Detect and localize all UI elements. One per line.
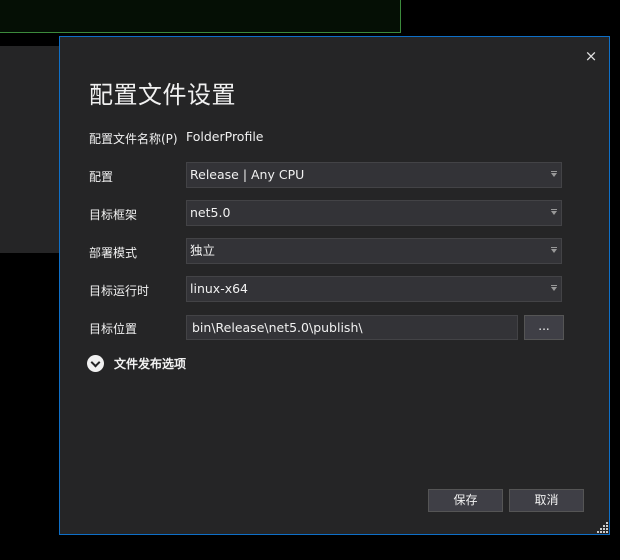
target-framework-label: 目标框架 <box>89 208 138 222</box>
close-icon[interactable]: × <box>580 45 602 67</box>
target-location-value: bin\Release\net5.0\publish\ <box>192 320 363 335</box>
save-button[interactable]: 保存 <box>428 489 503 512</box>
background-window-left <box>0 46 60 253</box>
profile-name-label: 配置文件名称(P) <box>89 132 178 146</box>
target-runtime-dropdown[interactable]: linux-x64 <box>186 276 562 302</box>
target-location-input[interactable]: bin\Release\net5.0\publish\ <box>186 315 518 340</box>
chevron-down-circle-icon <box>87 354 104 372</box>
browse-button[interactable]: ... <box>524 315 564 340</box>
profile-settings-dialog: × 配置文件设置 配置文件名称(P) FolderProfile 配置 Rele… <box>59 36 610 535</box>
configuration-label: 配置 <box>89 170 114 184</box>
file-publish-options-expander[interactable]: 文件发布选项 <box>87 353 186 373</box>
chevron-down-icon <box>551 285 557 291</box>
configuration-value: Release | Any CPU <box>190 167 305 182</box>
target-runtime-label: 目标运行时 <box>89 284 150 298</box>
configuration-dropdown[interactable]: Release | Any CPU <box>186 162 562 188</box>
target-location-label: 目标位置 <box>89 322 138 336</box>
background-window-top <box>0 0 401 33</box>
file-publish-options-label: 文件发布选项 <box>114 356 187 371</box>
chevron-down-icon <box>551 171 557 177</box>
target-framework-dropdown[interactable]: net5.0 <box>186 200 562 226</box>
dialog-title: 配置文件设置 <box>89 81 236 109</box>
chevron-down-icon <box>551 209 557 215</box>
deployment-mode-label: 部署模式 <box>89 246 138 260</box>
deployment-mode-value: 独立 <box>190 243 216 258</box>
cancel-button[interactable]: 取消 <box>509 489 584 512</box>
chevron-down-icon <box>551 247 557 253</box>
deployment-mode-dropdown[interactable]: 独立 <box>186 238 562 264</box>
target-runtime-value: linux-x64 <box>190 281 249 296</box>
target-framework-value: net5.0 <box>190 205 231 220</box>
resize-grip-icon[interactable] <box>597 522 608 533</box>
profile-name-value: FolderProfile <box>186 129 264 144</box>
